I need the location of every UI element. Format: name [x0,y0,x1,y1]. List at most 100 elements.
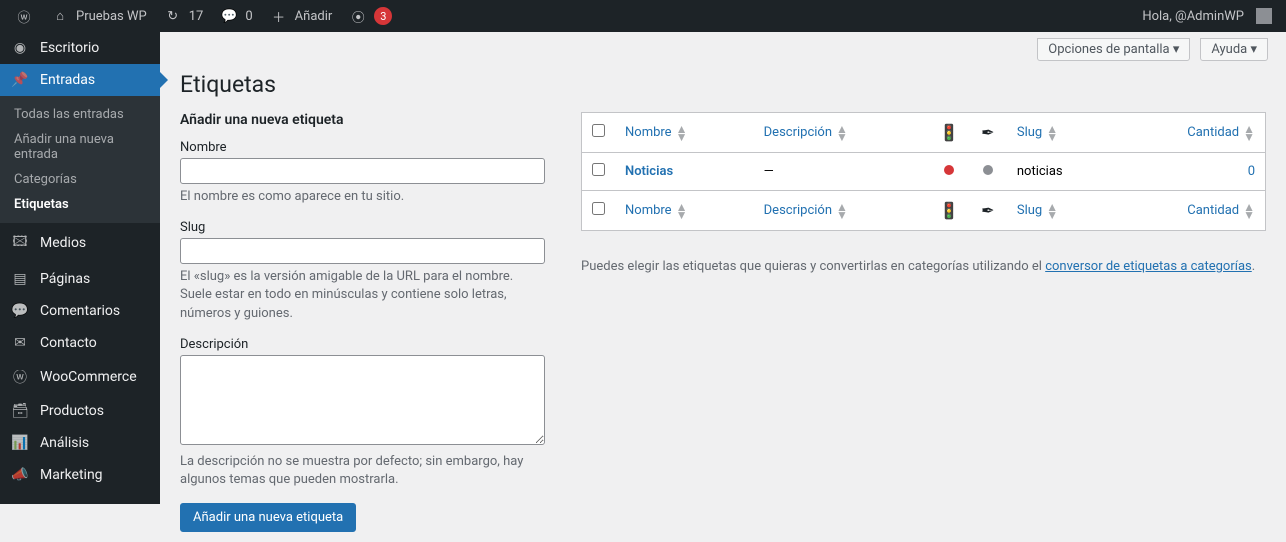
menu-pages-label: Páginas [40,271,90,287]
sort-icon: ▲▼ [676,203,688,219]
avatar [1256,8,1272,24]
col-slug-label: Slug [1017,125,1042,140]
submit-button[interactable]: Añadir una nueva etiqueta [180,503,356,532]
submenu-categories[interactable]: Categorías [0,167,160,192]
col-name[interactable]: Nombre▲▼ [625,125,687,140]
slug-input[interactable] [180,238,545,264]
submenu-add-post[interactable]: Añadir una nueva entrada [0,127,160,167]
sort-icon: ▲▼ [836,203,848,219]
add-new-item[interactable]: ＋ Añadir [261,0,341,32]
menu-posts[interactable]: 📌 Entradas [0,64,160,96]
menu-analytics[interactable]: 📊Análisis [0,427,160,459]
plus-icon: ＋ [269,7,289,26]
admin-bar: ⓦ ⌂Pruebas WP ↻17 💬0 ＋Añadir ⦿3 Hola, @A… [0,0,1286,32]
row-count-link[interactable]: 0 [1248,164,1255,179]
admin-menu: ◉Escritorio 📌 Entradas Todas las entradas… [0,32,160,504]
submenu-posts: Todas las entradas Añadir una nueva entr… [0,96,160,223]
select-all-bottom[interactable] [592,202,605,215]
col-name-label: Nombre [625,125,672,140]
menu-marketing-label: Marketing [40,467,103,483]
help-button[interactable]: Ayuda ▾ [1200,38,1268,61]
site-name: Pruebas WP [76,9,147,24]
desc-label: Descripción [180,337,545,352]
menu-woocommerce[interactable]: ⓦ WooCommerce [0,359,160,395]
menu-posts-label: Entradas [40,72,95,88]
traffic-light-icon[interactable]: 🚦 [939,201,959,220]
col-name-label-foot: Nombre [625,203,672,218]
name-input[interactable] [180,158,545,184]
site-name-item[interactable]: ⌂Pruebas WP [42,0,155,32]
col-description-label: Descripción [764,125,832,140]
sort-icon: ▲▼ [1243,125,1255,141]
menu-comments-label: Comentarios [40,303,120,319]
comments-item[interactable]: 💬0 [211,0,260,32]
menu-contact-label: Contacto [40,335,97,351]
seo-icon: ⦿ [348,7,368,26]
col-description-label-foot: Descripción [764,203,832,218]
col-count-label: Cantidad [1187,125,1239,140]
desc-input[interactable] [180,355,545,445]
comments-count: 0 [245,9,252,24]
page-title: Etiquetas [180,71,1266,98]
traffic-light-icon[interactable]: 🚦 [939,123,959,142]
feather-icon[interactable]: ✒ [981,201,994,220]
row-name-link[interactable]: Noticias [625,164,673,179]
comments-icon: 💬 [10,303,30,319]
col-description[interactable]: Descripción ▲▼ [764,125,848,140]
update-icon: ↻ [163,9,183,24]
sort-icon: ▲▼ [1046,125,1058,141]
select-all-top[interactable] [592,124,605,137]
sort-icon: ▲▼ [1046,203,1058,219]
name-help: El nombre es como aparece en tu sitio. [180,188,545,206]
menu-pages[interactable]: ▤ Páginas [0,263,160,295]
feather-icon[interactable]: ✒ [981,123,994,142]
menu-media-label: Medios [40,235,86,251]
menu-analytics-label: Análisis [40,435,89,451]
page-icon: ▤ [10,271,30,287]
seo-status-dot [944,165,954,175]
col-count[interactable]: Cantidad ▲▼ [1187,125,1255,140]
row-checkbox[interactable] [592,163,605,176]
submenu-all-posts[interactable]: Todas las entradas [0,102,160,127]
col-count-label-foot: Cantidad [1187,203,1239,218]
col-description-foot[interactable]: Descripción ▲▼ [764,203,848,218]
desc-help: La descripción no se muestra por defecto… [180,453,545,489]
col-count-foot[interactable]: Cantidad▲▼ [1187,203,1255,218]
menu-dashboard-label: Escritorio [40,40,99,56]
yoast-item[interactable]: ⦿3 [340,0,400,32]
updates-item[interactable]: ↻ 17 [155,0,212,32]
menu-media[interactable]: 🖾 Medios [0,223,160,263]
account-item[interactable]: Hola, @AdminWP [1134,0,1280,32]
menu-woocommerce-label: WooCommerce [40,369,137,385]
yoast-badge: 3 [374,7,392,25]
menu-contact[interactable]: ✉Contacto [0,327,160,359]
media-icon: 🖾 [10,231,30,255]
row-slug: noticias [1007,153,1118,190]
col-slug[interactable]: Slug ▲▼ [1017,125,1058,140]
wp-logo[interactable]: ⓦ [6,0,42,32]
sort-icon: ▲▼ [836,125,848,141]
screen-options-button[interactable]: Opciones de pantalla ▾ [1037,38,1190,61]
add-tag-form: Añadir una nueva etiqueta Nombre El nomb… [180,112,545,532]
col-name-foot[interactable]: Nombre ▲▼ [625,203,687,218]
greeting: Hola, @AdminWP [1142,9,1244,24]
pin-icon: 📌 [10,72,30,88]
col-slug-foot[interactable]: Slug ▲▼ [1017,203,1058,218]
converter-suffix: . [1252,259,1255,274]
submenu-tags[interactable]: Etiquetas [0,192,160,217]
menu-marketing[interactable]: 📣 Marketing [0,459,160,491]
updates-count: 17 [189,9,204,24]
row-description: — [754,153,929,190]
menu-comments[interactable]: 💬 Comentarios [0,295,160,327]
converter-link[interactable]: conversor de etiquetas a categorías [1045,259,1252,274]
col-slug-label-foot: Slug [1017,203,1042,218]
woo-icon: ⓦ [10,367,30,387]
product-icon: 🗃 [10,403,30,419]
slug-help: El «slug» es la versión amigable de la U… [180,268,545,323]
converter-note: Puedes elegir las etiquetas que quieras … [581,259,1266,274]
menu-dashboard[interactable]: ◉Escritorio [0,32,160,64]
megaphone-icon: 📣 [10,467,30,483]
converter-prefix: Puedes elegir las etiquetas que quieras … [581,259,1045,274]
add-new-label: Añadir [295,9,333,24]
menu-products[interactable]: 🗃Productos [0,395,160,427]
